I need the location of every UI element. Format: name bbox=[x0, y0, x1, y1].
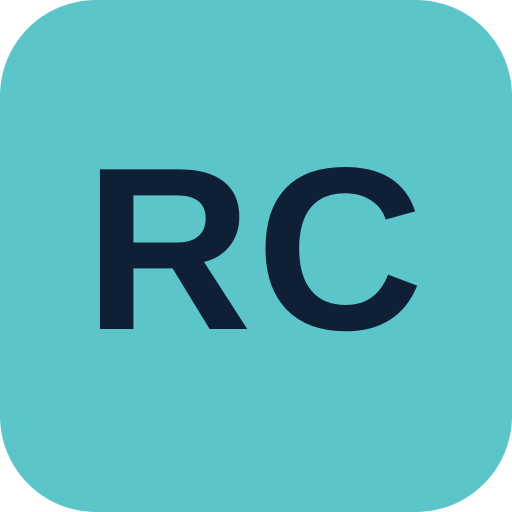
app-icon: RC bbox=[0, 0, 512, 512]
monogram-label: RC bbox=[84, 120, 428, 379]
